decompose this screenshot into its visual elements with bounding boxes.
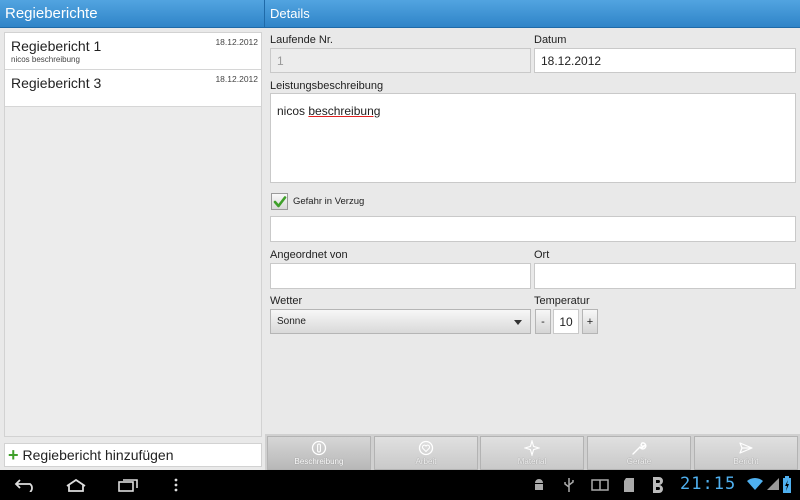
sd-card-icon: [624, 478, 634, 492]
tab-material[interactable]: Material: [480, 436, 584, 470]
tab-bericht[interactable]: Bericht: [694, 436, 798, 470]
leistung-word-2: beschreibung: [308, 104, 381, 118]
tab-label: Bericht: [733, 457, 759, 466]
leistung-word-1: nicos: [277, 104, 306, 118]
b-app-icon: [653, 477, 663, 493]
send-icon: [739, 442, 753, 454]
details-title: Details: [270, 6, 310, 21]
star-icon: [524, 440, 540, 456]
tab-label: Geräte: [626, 457, 652, 466]
tab-geraete[interactable]: Geräte: [587, 436, 691, 470]
list-item[interactable]: Regiebericht 3 18.12.2012: [5, 70, 261, 107]
angeordnet-label: Angeordnet von: [270, 249, 348, 261]
leistung-textarea[interactable]: nicos beschreibung: [270, 93, 796, 183]
add-report-label: Regiebericht hinzufügen: [22, 447, 174, 463]
temperatur-minus-button[interactable]: -: [535, 309, 551, 334]
report-list: Regiebericht 1 nicos beschreibung 18.12.…: [4, 32, 262, 437]
temperatur-plus-button[interactable]: +: [582, 309, 598, 334]
temperatur-label: Temperatur: [534, 295, 590, 307]
gefahr-checkbox[interactable]: [271, 193, 288, 210]
tab-label: Beschreibung: [294, 457, 344, 466]
wrench-icon: [632, 442, 647, 455]
datum-value: 18.12.2012: [541, 53, 602, 68]
laufende-nr-field: 1: [270, 48, 531, 73]
ort-field[interactable]: [534, 263, 796, 289]
clock: 21:15: [680, 474, 737, 494]
list-item[interactable]: Regiebericht 1 nicos beschreibung 18.12.…: [5, 33, 261, 70]
gefahr-label: Gefahr in Verzug: [293, 196, 365, 207]
signal-icon: [767, 478, 779, 490]
laufende-nr-value: 1: [277, 53, 284, 68]
android-icon: [535, 479, 543, 490]
add-report-button[interactable]: + Regiebericht hinzufügen: [4, 443, 262, 467]
heart-circle-icon: [418, 440, 434, 456]
temperatur-value[interactable]: 10: [553, 309, 579, 334]
dropdown-arrow-icon: [514, 320, 522, 325]
wetter-value: Sonne: [277, 316, 306, 327]
plus-icon: +: [8, 445, 19, 465]
battery-charging-icon: [783, 476, 791, 493]
list-header: Regieberichte: [0, 0, 264, 28]
screen-mirror-icon: [591, 479, 609, 491]
tab-arbeit[interactable]: Arbeit: [374, 436, 478, 470]
tab-label: Material: [517, 457, 547, 466]
details-header: Details: [265, 0, 800, 28]
wifi-icon: [747, 477, 763, 490]
laufende-nr-label: Laufende Nr.: [270, 34, 333, 46]
list-item-date: 18.12.2012: [215, 74, 258, 84]
tab-label: Arbeit: [415, 457, 437, 466]
checkmark-icon: [273, 195, 286, 207]
gefahr-detail-field[interactable]: [270, 216, 796, 242]
home-icon[interactable]: [64, 478, 88, 492]
circle-info-icon: [311, 440, 327, 456]
list-item-subtitle: nicos beschreibung: [11, 55, 80, 64]
usb-icon: [564, 478, 574, 492]
back-icon[interactable]: [14, 478, 38, 492]
recent-apps-icon[interactable]: [116, 478, 140, 492]
angeordnet-field[interactable]: [270, 263, 531, 289]
list-item-date: 18.12.2012: [215, 37, 258, 47]
tab-beschreibung[interactable]: Beschreibung: [267, 436, 371, 470]
ort-label: Ort: [534, 249, 550, 261]
list-title: Regieberichte: [5, 5, 98, 22]
wetter-select[interactable]: Sonne: [270, 309, 531, 334]
leistung-label: Leistungsbeschreibung: [270, 80, 384, 92]
datum-label: Datum: [534, 34, 567, 46]
menu-icon[interactable]: [173, 478, 179, 492]
wetter-label: Wetter: [270, 295, 303, 307]
datum-field[interactable]: 18.12.2012: [534, 48, 796, 73]
